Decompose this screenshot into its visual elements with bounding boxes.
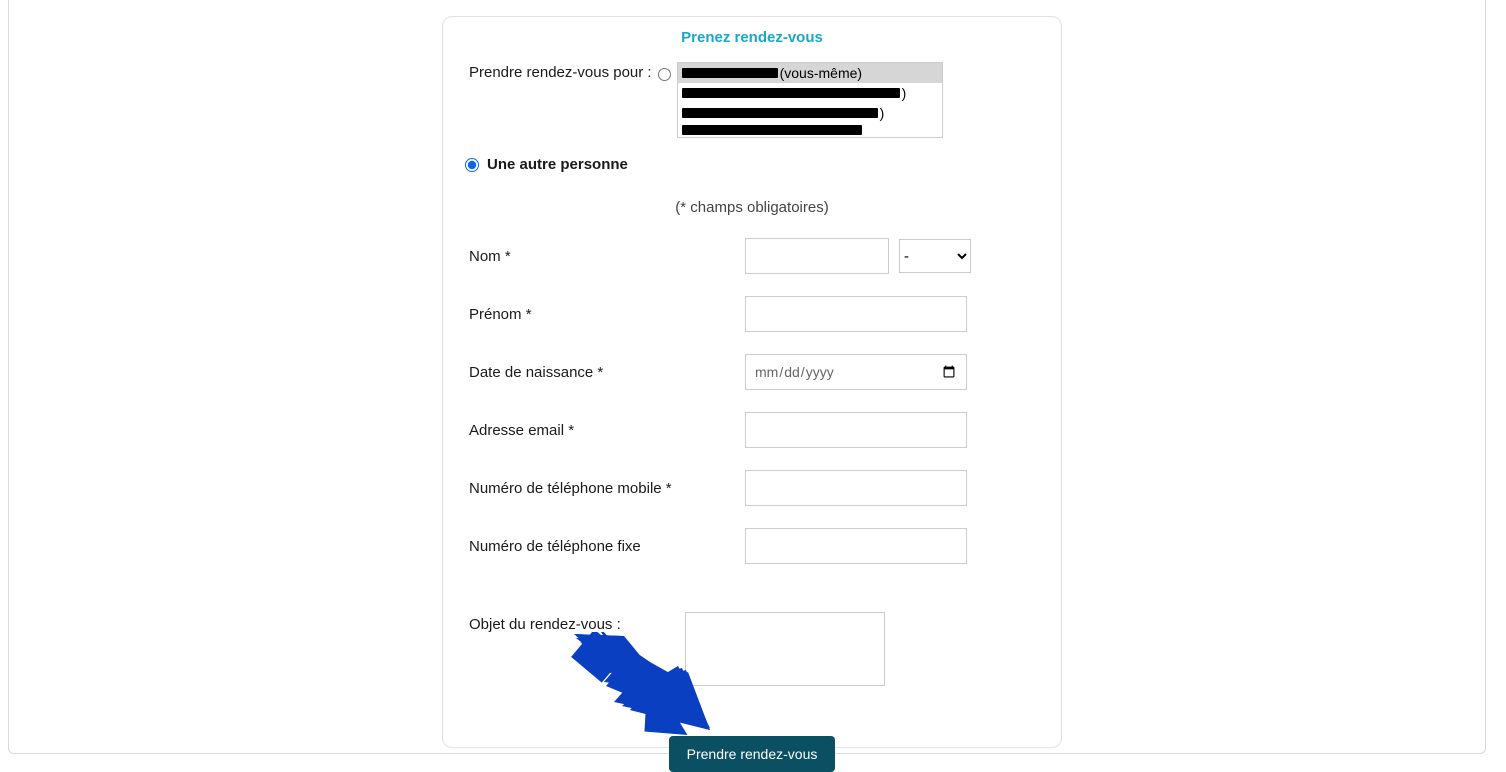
person-listbox[interactable]: (vous-même) ) ) [677, 62, 943, 138]
radio-other-person[interactable] [465, 158, 479, 172]
list-item[interactable]: (vous-même) [678, 63, 942, 83]
list-item-close: ) [902, 85, 907, 101]
redacted-text [682, 68, 778, 78]
redacted-text [682, 108, 878, 118]
submit-button[interactable]: Prendre rendez-vous [669, 736, 836, 772]
label-dob: Date de naissance * [465, 364, 745, 381]
appointment-card: Prenez rendez-vous Prendre rendez-vous p… [442, 16, 1062, 748]
other-person-row: Une autre personne [465, 156, 1039, 173]
input-email[interactable] [745, 412, 967, 448]
field-nom: Nom * - [465, 238, 1039, 274]
mandatory-note: (* champs obligatoires) [465, 199, 1039, 216]
card-title: Prenez rendez-vous [465, 29, 1039, 46]
appointment-for-label: Prendre rendez-vous pour : [469, 62, 652, 81]
label-mobile: Numéro de téléphone mobile * [465, 480, 745, 497]
field-prenom: Prénom * [465, 296, 1039, 332]
label-nom: Nom * [465, 248, 745, 265]
field-objet: Objet du rendez-vous : [465, 612, 1039, 686]
field-fixe: Numéro de téléphone fixe [465, 528, 1039, 564]
label-prenom: Prénom * [465, 306, 745, 323]
list-item-close: ) [880, 105, 885, 121]
redacted-text [682, 88, 900, 98]
field-email: Adresse email * [465, 412, 1039, 448]
list-item[interactable]: ) [678, 103, 942, 123]
radio-existing-person[interactable] [658, 68, 671, 81]
list-item[interactable]: ) [678, 83, 942, 103]
list-item-suffix: (vous-même) [780, 65, 862, 81]
input-nom[interactable] [745, 238, 889, 274]
field-dob: Date de naissance * [465, 354, 1039, 390]
input-dob[interactable] [745, 354, 967, 390]
input-fixe[interactable] [745, 528, 967, 564]
input-mobile[interactable] [745, 470, 967, 506]
textarea-objet[interactable] [685, 612, 885, 686]
list-item[interactable] [678, 123, 942, 137]
label-email: Adresse email * [465, 422, 745, 439]
redacted-text [682, 125, 862, 135]
label-fixe: Numéro de téléphone fixe [465, 538, 745, 555]
submit-row: Prendre rendez-vous [465, 736, 1039, 772]
input-prenom[interactable] [745, 296, 967, 332]
select-title[interactable]: - [899, 239, 971, 273]
other-person-label: Une autre personne [487, 156, 628, 173]
appointment-for-row: Prendre rendez-vous pour : (vous-même) )… [469, 62, 1039, 138]
field-mobile: Numéro de téléphone mobile * [465, 470, 1039, 506]
